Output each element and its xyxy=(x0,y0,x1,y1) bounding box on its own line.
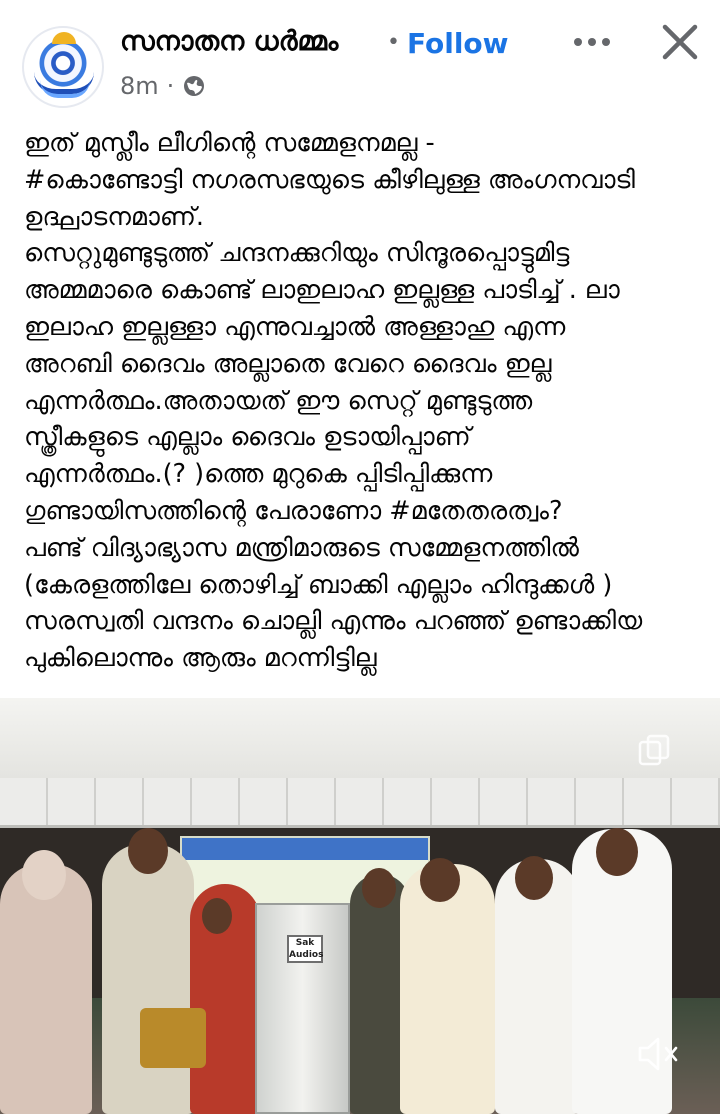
globe-icon xyxy=(184,76,205,96)
more-horizontal-icon[interactable] xyxy=(570,22,614,62)
post-video[interactable]: Sak Audios xyxy=(0,698,720,1114)
name-follow-separator: • xyxy=(387,30,400,55)
video-figure xyxy=(102,844,194,1114)
post-text-line: സ്ത്രീകളുടെ എല്ലാം ദൈവം ഉടായിപ്പാണ് xyxy=(24,422,471,453)
post-time[interactable]: 8m xyxy=(120,72,159,100)
post-text-line[interactable]: #കൊണ്ടോട്ടി നഗരസഭയുടെ കീഴിലുള്ള അംഗനവാടി xyxy=(24,162,704,199)
video-figure xyxy=(0,864,92,1114)
post-text-line: ഉദ്ഘാടനമാണ്. xyxy=(24,201,205,232)
follow-button[interactable]: Follow xyxy=(407,27,509,60)
video-figure xyxy=(400,864,495,1114)
avatar-sun-shape xyxy=(52,32,76,44)
video-scene-valance xyxy=(0,778,720,828)
close-icon[interactable] xyxy=(656,18,704,66)
post-text: ഇത് മുസ്ലീം ലീഗിന്റെ സമ്മേളനമല്ല - #കൊണ്… xyxy=(24,125,704,677)
post-text-line: അറബി ദൈവം അല്ലാതെ വേറെ ദൈവം ഇല്ല xyxy=(24,348,552,379)
page-avatar[interactable] xyxy=(22,26,104,108)
post-text-line: ഇത് മുസ്ലീം ലീഗിന്റെ സമ്മേളനമല്ല - xyxy=(24,128,435,158)
podium-label: Sak Audios xyxy=(287,935,323,963)
post-text-line: സെറ്റുമുണ്ടുടുത്ത് ചന്ദനക്കുറിയും സിന്ദൂ… xyxy=(24,238,570,269)
post-text-line: പണ്ട് വിദ്യാഭ്യാസ മന്ത്രിമാരുടെ സമ്മേളനത… xyxy=(24,532,579,563)
post-text-line[interactable]: ഗുണ്ടായിസത്തിന്റെ പേരാണോ #മതേതരത്വം? xyxy=(24,493,704,530)
podium-label-line-2: Audios xyxy=(289,950,324,960)
post-text-line: എന്നർത്ഥം.അതായത് ഈ സെറ്റ് മുണ്ടുടുത്ത xyxy=(24,385,533,416)
post-text-line: എന്നർത്ഥം.(? )ത്തെ മുറുകെ പ്പിടിപ്പിക്കു… xyxy=(24,459,493,490)
post-meta: 8m · xyxy=(120,72,206,100)
banner-stripe xyxy=(182,838,428,860)
video-figure-head xyxy=(202,898,232,934)
post-text-line: അമ്മമാരെ കൊണ്ട് ലാഇലാഹ ഇല്ലള്ള പാടിച്ച് … xyxy=(24,275,620,306)
video-figure-head xyxy=(362,868,396,908)
post-text-line: (കേരളത്തിലേ തൊഴിച്ച് ബാക്കി എല്ലാം ഹിന്ദ… xyxy=(24,569,613,600)
avatar-swirl-shape-2 xyxy=(40,80,90,98)
video-figure-head xyxy=(515,856,553,900)
podium-label-line-1: Sak xyxy=(295,938,315,948)
video-scene-trophy xyxy=(140,1008,206,1068)
copy-icon[interactable] xyxy=(636,732,672,768)
post-text-line: പുകിലൊന്നും ആരും മറന്നിട്ടില്ല xyxy=(24,643,377,674)
page-name[interactable]: സനാതന ധർമ്മം xyxy=(120,26,338,58)
meta-separator: · xyxy=(166,72,175,100)
post-text-line: ഇലാഹ ഇല്ലള്ളാ എന്നുവച്ചാൽ അള്ളാഹു എന്ന xyxy=(24,311,566,342)
video-figure-head xyxy=(22,850,66,900)
video-figure-head xyxy=(596,828,638,876)
video-figure-head xyxy=(420,858,460,902)
video-scene-podium: Sak Audios xyxy=(255,903,350,1114)
post-text-line: സരസ്വതി വന്ദനം ചൊല്ലി എന്നും പറഞ്ഞ് ഉണ്ട… xyxy=(24,606,643,637)
post-header: സനാതന ധർമ്മം • Follow 8m · xyxy=(0,0,720,115)
video-figure-head xyxy=(128,828,168,874)
mute-icon[interactable] xyxy=(636,1034,682,1074)
